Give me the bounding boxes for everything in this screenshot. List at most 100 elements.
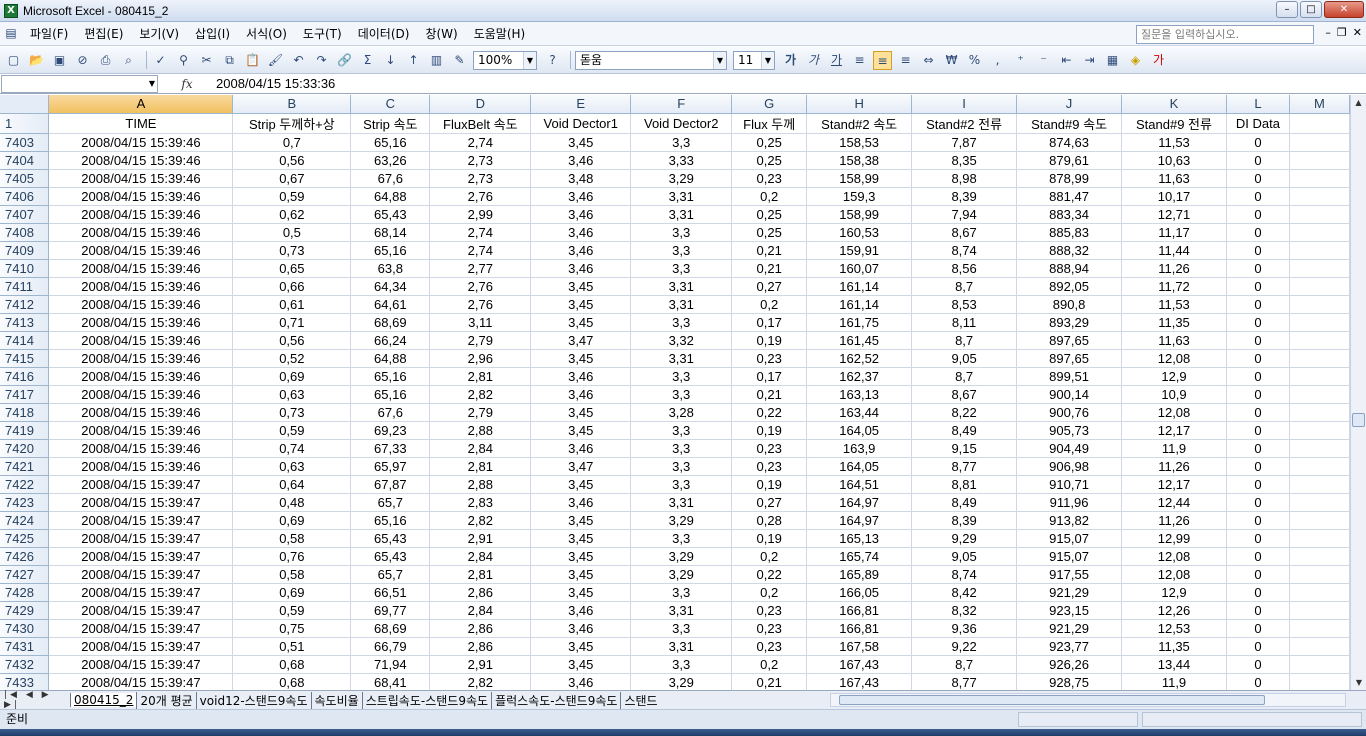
cell[interactable]: 3,3	[630, 421, 733, 440]
cell[interactable]: 2008/04/15 15:39:47	[48, 529, 234, 548]
cell[interactable]: 2,81	[429, 367, 532, 386]
cell[interactable]: 2008/04/15 15:39:46	[48, 169, 234, 188]
row-header[interactable]: 7410	[0, 259, 50, 278]
cell[interactable]: 0	[1226, 277, 1290, 296]
redo-icon[interactable]: ↷	[312, 51, 331, 70]
cell[interactable]: 3,3	[630, 619, 733, 638]
cell[interactable]: 11,44	[1121, 241, 1227, 260]
cell[interactable]: 3,31	[630, 187, 733, 206]
row-header[interactable]: 7416	[0, 367, 50, 386]
cell[interactable]: 3,29	[630, 169, 733, 188]
cell[interactable]: 8,32	[911, 601, 1018, 620]
cell[interactable]: 66,51	[350, 583, 431, 602]
cell[interactable]: 162,52	[806, 349, 913, 368]
cell[interactable]: 161,75	[806, 313, 913, 332]
cell[interactable]: 2008/04/15 15:39:46	[48, 385, 234, 404]
cell[interactable]: 68,69	[350, 619, 431, 638]
cell[interactable]	[1289, 259, 1350, 278]
cell[interactable]: 2,88	[429, 475, 532, 494]
font-size-select[interactable]: 11 ▼	[733, 50, 775, 70]
cell[interactable]: 12,17	[1121, 421, 1227, 440]
bold-icon[interactable]: 가	[781, 51, 800, 70]
cut-icon[interactable]: ✂	[197, 51, 216, 70]
cell[interactable]: 8,42	[911, 583, 1018, 602]
row-header[interactable]: 7413	[0, 313, 50, 332]
cell[interactable]: Stand#2 전류	[911, 113, 1018, 134]
cell[interactable]: 158,99	[806, 169, 913, 188]
row-header[interactable]: 7407	[0, 205, 50, 224]
cell[interactable]: 65,7	[350, 565, 431, 584]
cell[interactable]: 3,46	[530, 601, 632, 620]
cell[interactable]: 163,9	[806, 439, 913, 458]
cell[interactable]: 3,45	[530, 349, 632, 368]
cell[interactable]: 8,49	[911, 421, 1018, 440]
cell[interactable]: 3,3	[630, 313, 733, 332]
cell[interactable]: 8,77	[911, 673, 1018, 690]
cell[interactable]: 11,26	[1121, 457, 1227, 476]
cell[interactable]: 3,31	[630, 637, 733, 656]
font-select[interactable]: 돋움 ▼	[575, 50, 727, 70]
row-header[interactable]: 7433	[0, 673, 50, 690]
cell[interactable]: 8,67	[911, 223, 1018, 242]
cell[interactable]: 0,28	[731, 511, 808, 530]
cell[interactable]: 3,45	[530, 547, 632, 566]
cell[interactable]: 161,14	[806, 277, 913, 296]
cell[interactable]: 3,45	[530, 313, 632, 332]
cell[interactable]: 3,45	[530, 403, 632, 422]
cell[interactable]: 2008/04/15 15:39:47	[48, 601, 234, 620]
cell[interactable]: 158,99	[806, 205, 913, 224]
cell[interactable]: 878,99	[1016, 169, 1123, 188]
cell[interactable]: 167,43	[806, 673, 913, 690]
cell[interactable]: 2,76	[429, 295, 532, 314]
cell[interactable]	[1289, 529, 1350, 548]
cell[interactable]: 2008/04/15 15:39:46	[48, 313, 234, 332]
cell[interactable]: 163,13	[806, 385, 913, 404]
cell[interactable]: 0,25	[731, 205, 808, 224]
cell[interactable]: 0	[1226, 637, 1290, 656]
comma-style-icon[interactable]: ,	[988, 51, 1007, 70]
cell[interactable]: 0	[1226, 313, 1290, 332]
cell[interactable]	[1289, 421, 1350, 440]
column-header[interactable]: F	[630, 95, 733, 114]
row-header[interactable]: 1	[0, 113, 50, 134]
row-header[interactable]: 7429	[0, 601, 50, 620]
cell[interactable]: 2,74	[429, 133, 532, 152]
cell[interactable]: 8,67	[911, 385, 1018, 404]
currency-icon[interactable]: ₩	[942, 51, 961, 70]
column-header[interactable]: C	[350, 95, 431, 114]
cell[interactable]: 165,89	[806, 565, 913, 584]
cell[interactable]: 8,39	[911, 187, 1018, 206]
cell[interactable]: 8,74	[911, 565, 1018, 584]
cell[interactable]	[1289, 169, 1350, 188]
cell[interactable]: 0	[1226, 187, 1290, 206]
cell[interactable]: 11,63	[1121, 331, 1227, 350]
cell[interactable]: 2008/04/15 15:39:46	[48, 349, 234, 368]
cell[interactable]: 2008/04/15 15:39:46	[48, 187, 234, 206]
workbook-restore-button[interactable]: ❐	[1337, 26, 1347, 39]
cell[interactable]: 0,66	[232, 277, 352, 296]
row-header[interactable]: 7406	[0, 187, 50, 206]
cell[interactable]: 921,29	[1016, 583, 1123, 602]
increase-indent-icon[interactable]: ⇥	[1080, 51, 1099, 70]
cell[interactable]: 0,17	[731, 313, 808, 332]
cell[interactable]: 9,05	[911, 349, 1018, 368]
cell[interactable]: 0,19	[731, 331, 808, 350]
cell[interactable]	[1289, 439, 1350, 458]
cell[interactable]: 0,59	[232, 187, 352, 206]
cell[interactable]: 2,76	[429, 277, 532, 296]
column-header[interactable]: G	[731, 95, 808, 114]
cell[interactable]	[1289, 367, 1350, 386]
minimize-button[interactable]: –	[1276, 1, 1298, 18]
scroll-down-icon[interactable]: ▼	[1351, 675, 1366, 690]
row-header[interactable]: 7424	[0, 511, 50, 530]
cell[interactable]: 3,31	[630, 277, 733, 296]
research-icon[interactable]: ⚲	[174, 51, 193, 70]
cell[interactable]: 0	[1226, 403, 1290, 422]
cell[interactable]: 3,31	[630, 295, 733, 314]
cell[interactable]: 2,74	[429, 223, 532, 242]
column-header[interactable]: L	[1226, 95, 1290, 114]
row-header[interactable]: 7432	[0, 655, 50, 674]
cell[interactable]	[1289, 277, 1350, 296]
open-icon[interactable]: 📂	[27, 51, 46, 70]
column-header[interactable]: I	[911, 95, 1018, 114]
